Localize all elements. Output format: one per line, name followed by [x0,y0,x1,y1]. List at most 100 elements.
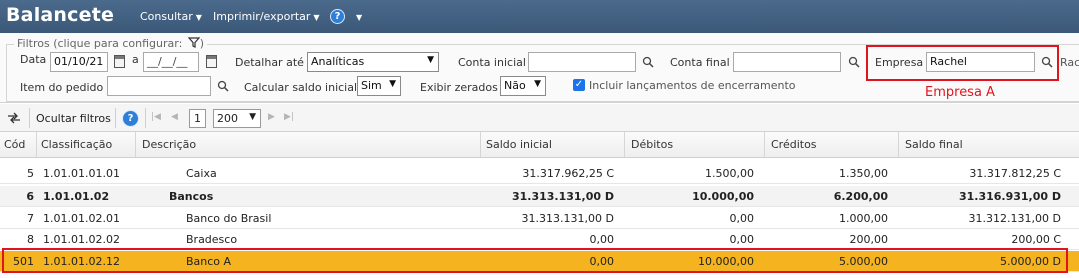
menu-consultar-label: Consultar [140,10,193,23]
help-icon[interactable]: ? [330,9,345,24]
chevron-down-icon: ▼ [195,13,202,22]
cell-descricao: Caixa [186,167,217,180]
page-size-select[interactable]: 200 ▼ [213,109,261,128]
chevron-down-icon: ▼ [356,13,363,22]
column-header-descricao[interactable]: Descrição [138,132,478,157]
date-separator: a [132,53,139,66]
cell-debitos: 10.000,00 [692,190,754,203]
calendar-icon[interactable] [114,55,125,68]
conta-final-input[interactable] [733,52,841,72]
cell-saldo-final: 31.316.931,00 D [958,190,1061,203]
table-row[interactable]: 8 1.01.01.02.02 Bradesco 0,00 0,00 200,0… [0,229,1079,250]
empresa-name-overflow: Rach [1060,56,1079,69]
cell-cod: 7 [27,212,34,225]
column-divider [480,132,481,157]
last-page-icon[interactable]: ▶| [284,112,294,122]
cell-saldo-inicial: 0,00 [589,233,615,246]
date-to-input[interactable]: __/__/__ [143,52,199,72]
detalhar-select[interactable]: Analíticas ▼ [307,52,439,72]
chevron-down-icon: ▼ [427,55,434,65]
filters-legend[interactable]: Filtros (clique para configurar: ) [14,37,208,50]
cell-creditos: 1.350,00 [839,167,888,180]
chevron-down-icon: ▼ [249,112,256,122]
cell-cod: 6 [26,190,34,203]
annotation-highlight-box [866,45,1059,81]
toolbar-divider [115,108,116,128]
cell-saldo-inicial: 31.317.962,25 C [522,167,614,180]
exibir-zerados-select[interactable]: Não ▼ [500,76,546,96]
detalhar-label: Detalhar até [235,56,304,69]
calc-saldo-label: Calcular saldo inicial [244,81,358,94]
data-label: Data [20,53,47,66]
cell-debitos: 1.500,00 [705,167,754,180]
detalhar-value: Analíticas [311,55,365,68]
cell-saldo-inicial: 31.313.131,00 D [511,190,614,203]
toolbar-divider [29,108,30,128]
cell-classificacao: 1.01.01.02.01 [43,212,120,225]
column-divider [135,132,136,157]
column-header-cod[interactable]: Cód [0,132,36,157]
page-number-input[interactable]: 1 [189,109,206,128]
swap-icon[interactable] [7,112,21,124]
cell-saldo-final: 31.317.812,25 C [969,167,1061,180]
search-icon[interactable] [217,80,229,92]
cell-cod: 8 [27,233,34,246]
column-header-debitos[interactable]: Débitos [627,132,763,157]
column-divider [624,132,625,157]
help-icon[interactable]: ? [122,110,139,127]
column-header-classificacao[interactable]: Classificação [37,132,135,157]
cell-descricao: Banco do Brasil [186,212,272,225]
page-size-value: 200 [217,112,238,125]
filter-icon[interactable] [187,37,201,48]
cell-descricao: Bancos [169,190,214,203]
cell-creditos: 6.200,00 [833,190,888,203]
cell-saldo-final: 31.312.131,00 D [968,212,1061,225]
first-page-icon[interactable]: |◀ [151,112,161,122]
date-from-input[interactable]: 01/10/21 [50,52,108,72]
annotation-label: Empresa A [925,85,995,100]
column-header-saldo-inicial[interactable]: Saldo inicial [482,132,622,157]
column-header-creditos[interactable]: Créditos [767,132,897,157]
cell-saldo-inicial: 31.313.131,00 D [521,212,614,225]
legend-close: ) [199,37,205,50]
calc-saldo-select[interactable]: Sim ▼ [357,76,401,96]
conta-final-label: Conta final [670,56,730,69]
exibir-zerados-value: Não [504,79,526,92]
chevron-down-icon: ▼ [534,79,541,89]
table-row[interactable]: 7 1.01.01.02.01 Banco do Brasil 31.313.1… [0,208,1079,229]
table-row[interactable]: 5 1.01.01.01.01 Caixa 31.317.962,25 C 1.… [0,163,1079,184]
cell-creditos: 200,00 [849,233,889,246]
chevron-down-icon: ▼ [389,79,396,89]
menu-imprimir-label: Imprimir/exportar [213,10,311,23]
table-row[interactable]: 6 1.01.01.02 Bancos 31.313.131,00 D 10.0… [0,186,1079,207]
cell-creditos: 1.000,00 [839,212,888,225]
calendar-icon[interactable] [206,55,217,68]
item-pedido-input[interactable] [107,76,211,96]
menu-imprimir-exportar[interactable]: Imprimir/exportar ▼ [213,10,320,23]
incluir-label: Incluir lançamentos de encerramento [589,79,796,92]
menu-consultar[interactable]: Consultar ▼ [140,10,202,23]
filters-panel: Filtros (clique para configurar: ) Data … [0,33,1079,103]
column-header-saldo-final[interactable]: Saldo final [901,132,1071,157]
page-title: Balancete [6,4,115,26]
column-divider [898,132,899,157]
cell-classificacao: 1.01.01.02.02 [43,233,120,246]
cell-cod: 5 [27,167,34,180]
app-header: Balancete Consultar ▼ Imprimir/exportar ▼ … [0,0,1079,33]
chevron-down-icon: ▼ [313,13,320,22]
incluir-checkbox[interactable]: ✓ [573,79,585,91]
cell-classificacao: 1.01.01.02 [43,190,110,203]
annotation-row-box [2,248,1068,273]
next-page-icon[interactable]: ▶ [268,112,275,122]
cell-classificacao: 1.01.01.01.01 [43,167,120,180]
search-icon[interactable] [642,56,654,68]
item-pedido-label: Item do pedido [20,81,104,94]
filters-legend-text: Filtros (clique para configurar: [17,37,183,50]
cell-debitos: 0,00 [729,212,755,225]
prev-page-icon[interactable]: ◀ [171,112,178,122]
help-menu-caret[interactable]: ▼ [353,10,362,23]
conta-inicial-input[interactable] [528,52,636,72]
search-icon[interactable] [848,56,860,68]
exibir-zerados-label: Exibir zerados [420,81,498,94]
ocultar-filtros-button[interactable]: Ocultar filtros [36,112,111,125]
